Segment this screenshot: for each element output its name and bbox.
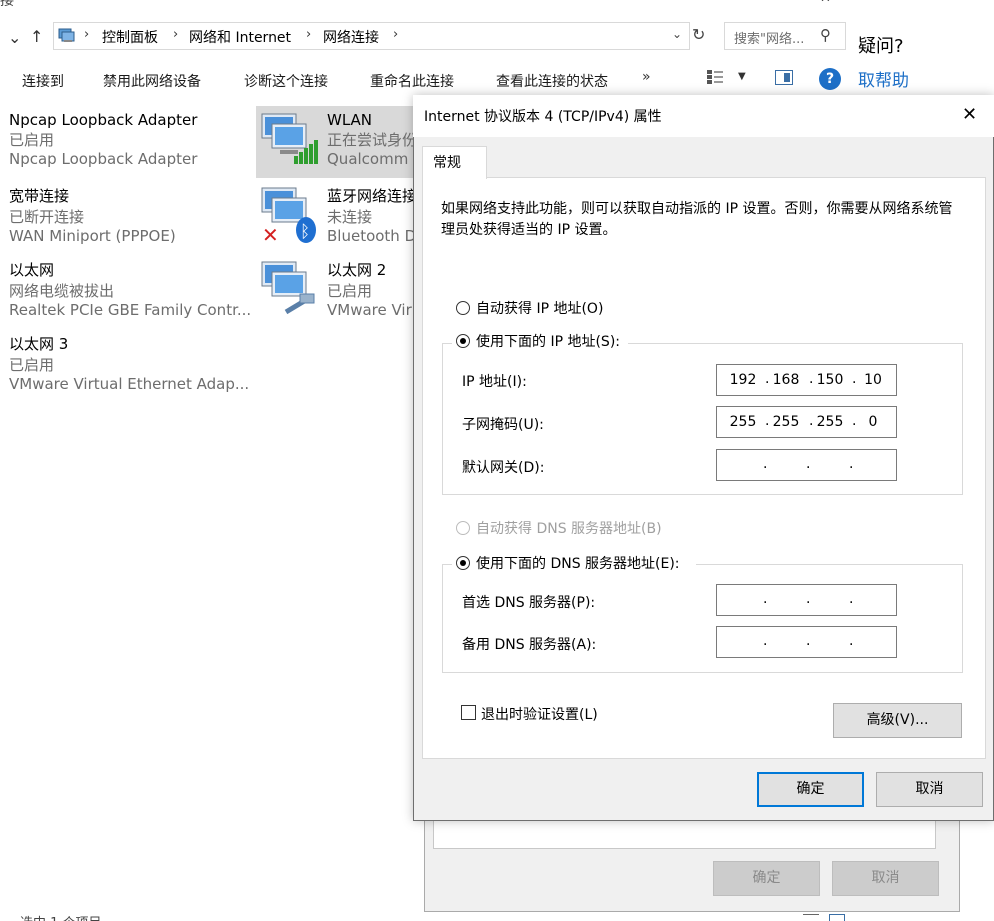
manual-ip-radio[interactable] [456, 334, 470, 348]
connection-title: 以太网 [9, 261, 55, 279]
auto-ip-label[interactable]: 自动获得 IP 地址(O) [476, 298, 603, 318]
connection-title: 宽带连接 [9, 187, 70, 205]
default-gateway-label: 默认网关(D): [462, 460, 545, 476]
refresh-icon[interactable]: ↻ [692, 25, 705, 44]
list-item[interactable]: 蓝牙网络连接 未连接 Bluetooth D [327, 185, 417, 245]
parent-ok-button: 确定 [713, 861, 820, 896]
validate-on-exit-label[interactable]: 退出时验证设置(L) [481, 704, 598, 724]
ip-address-field[interactable]: 192 . 168 . 150 . 10 [716, 364, 897, 396]
connection-title: Npcap Loopback Adapter [9, 111, 198, 129]
recent-locations-chevron-icon[interactable]: ⌄ [8, 28, 21, 47]
bluetooth-adapter-icon: ✕ ᛒ [261, 187, 316, 246]
more-commands-button[interactable]: » [642, 69, 651, 85]
view-dropdown-icon[interactable]: ▼ [738, 71, 746, 82]
search-placeholder: 搜索"网络... [734, 32, 805, 47]
connection-title: 以太网 3 [9, 335, 69, 353]
subnet-mask-field[interactable]: 255 . 255 . 255 . 0 [716, 406, 897, 438]
tab-general[interactable]: 常规 [422, 146, 487, 179]
preview-pane-icon[interactable] [775, 70, 793, 85]
ethernet-adapter-icon [261, 261, 315, 315]
connection-device: VMware Vir [327, 301, 412, 319]
connection-status: 已断开连接 [9, 208, 85, 226]
svg-text:ᛒ: ᛒ [300, 222, 310, 242]
preferred-dns-field[interactable]: . . . [716, 584, 897, 616]
rename-command[interactable]: 重命名此连接 [370, 71, 454, 91]
dialog-description: 如果网络支持此功能，则可以获取自动指派的 IP 设置。否则，你需要从网络系统管理… [441, 201, 953, 238]
manual-ip-label[interactable]: 使用下面的 IP 地址(S): [476, 331, 620, 351]
list-item[interactable]: 宽带连接 已断开连接 WAN Miniport (PPPOE) [9, 185, 176, 245]
connection-status: 网络电缆被拔出 [9, 282, 115, 300]
side-panel-help-link[interactable]: 取帮助 [858, 66, 909, 91]
status-bar-view-icons[interactable] [803, 914, 847, 921]
connection-status: 已启用 [9, 131, 55, 149]
list-item[interactable]: 以太网 3 已启用 VMware Virtual Ethernet Adap..… [9, 333, 249, 393]
connection-title: 蓝牙网络连接 [327, 187, 418, 205]
status-bar-text: 选中 1 个项目 [20, 912, 102, 921]
close-window-icon[interactable]: ✕ [820, 0, 831, 6]
connection-device: Npcap Loopback Adapter [9, 150, 198, 168]
connection-device: WAN Miniport (PPPOE) [9, 227, 176, 245]
parent-cancel-button: 取消 [832, 861, 939, 896]
connection-title: WLAN [327, 111, 373, 129]
connect-to-command[interactable]: 连接到 [22, 71, 64, 91]
breadcrumb-network-connections[interactable]: 网络连接 [323, 27, 379, 47]
search-icon[interactable]: ⚲ [820, 26, 831, 44]
breadcrumb-separator-icon: › [84, 27, 90, 42]
help-icon[interactable]: ? [819, 68, 841, 90]
side-panel-question: 疑问? [858, 36, 904, 57]
list-item[interactable]: WLAN 正在尝试身份 Qualcomm A [327, 111, 423, 168]
up-arrow-icon[interactable]: ↑ [30, 27, 43, 46]
alternate-dns-field[interactable]: . . . [716, 626, 897, 658]
auto-dns-label[interactable]: 自动获得 DNS 服务器地址(B) [476, 518, 662, 538]
dialog-title: Internet 协议版本 4 (TCP/IPv4) 属性 [424, 109, 662, 125]
subnet-mask-label: 子网掩码(U): [462, 417, 544, 433]
breadcrumb-network-internet[interactable]: 网络和 Internet [189, 27, 291, 47]
disable-device-command[interactable]: 禁用此网络设备 [103, 71, 201, 91]
ok-button[interactable]: 确定 [757, 772, 864, 807]
list-item[interactable]: 以太网 2 已启用 VMware Vir [327, 259, 412, 319]
connection-device: Qualcomm A [327, 150, 424, 168]
svg-text:✕: ✕ [262, 223, 279, 246]
advanced-button[interactable]: 高级(V)... [833, 703, 962, 738]
connection-device: Bluetooth D [327, 227, 417, 245]
diagnose-command[interactable]: 诊断这个连接 [244, 71, 328, 91]
list-item[interactable]: 以太网 网络电缆被拔出 Realtek PCIe GBE Family Cont… [9, 259, 251, 319]
auto-dns-radio[interactable] [456, 521, 470, 535]
manual-dns-radio[interactable] [456, 556, 470, 570]
connection-status: 已启用 [327, 282, 373, 300]
ip-address-label: IP 地址(I): [462, 374, 527, 390]
connection-device: VMware Virtual Ethernet Adap... [9, 375, 250, 393]
connection-status: 已启用 [9, 356, 55, 374]
alternate-dns-label: 备用 DNS 服务器(A): [462, 637, 597, 653]
connection-status: 未连接 [327, 208, 373, 226]
view-status-command[interactable]: 查看此连接的状态 [496, 71, 608, 91]
auto-ip-radio[interactable] [456, 301, 470, 315]
list-item[interactable]: Npcap Loopback Adapter 已启用 Npcap Loopbac… [9, 111, 197, 168]
manual-dns-label[interactable]: 使用下面的 DNS 服务器地址(E): [476, 553, 680, 573]
window-title-fragment: 接 [0, 0, 14, 9]
cancel-button[interactable]: 取消 [876, 772, 983, 807]
breadcrumb-separator-icon: › [306, 27, 312, 42]
connection-title: 以太网 2 [327, 261, 387, 279]
change-view-icon[interactable] [706, 69, 724, 85]
connection-device: Realtek PCIe GBE Family Contr... [9, 301, 252, 319]
address-dropdown-icon[interactable]: ⌄ [672, 27, 682, 41]
default-gateway-field[interactable]: . . . [716, 449, 897, 481]
breadcrumb-separator-icon: › [173, 27, 179, 42]
breadcrumb-control-panel[interactable]: 控制面板 [102, 27, 158, 47]
wifi-adapter-icon [261, 113, 318, 164]
connection-status: 正在尝试身份 [327, 131, 418, 149]
validate-on-exit-checkbox[interactable] [461, 705, 476, 720]
dialog-close-icon[interactable]: ✕ [962, 104, 977, 125]
breadcrumb-separator-icon: › [393, 27, 399, 42]
preferred-dns-label: 首选 DNS 服务器(P): [462, 595, 596, 611]
control-panel-icon [58, 28, 75, 42]
